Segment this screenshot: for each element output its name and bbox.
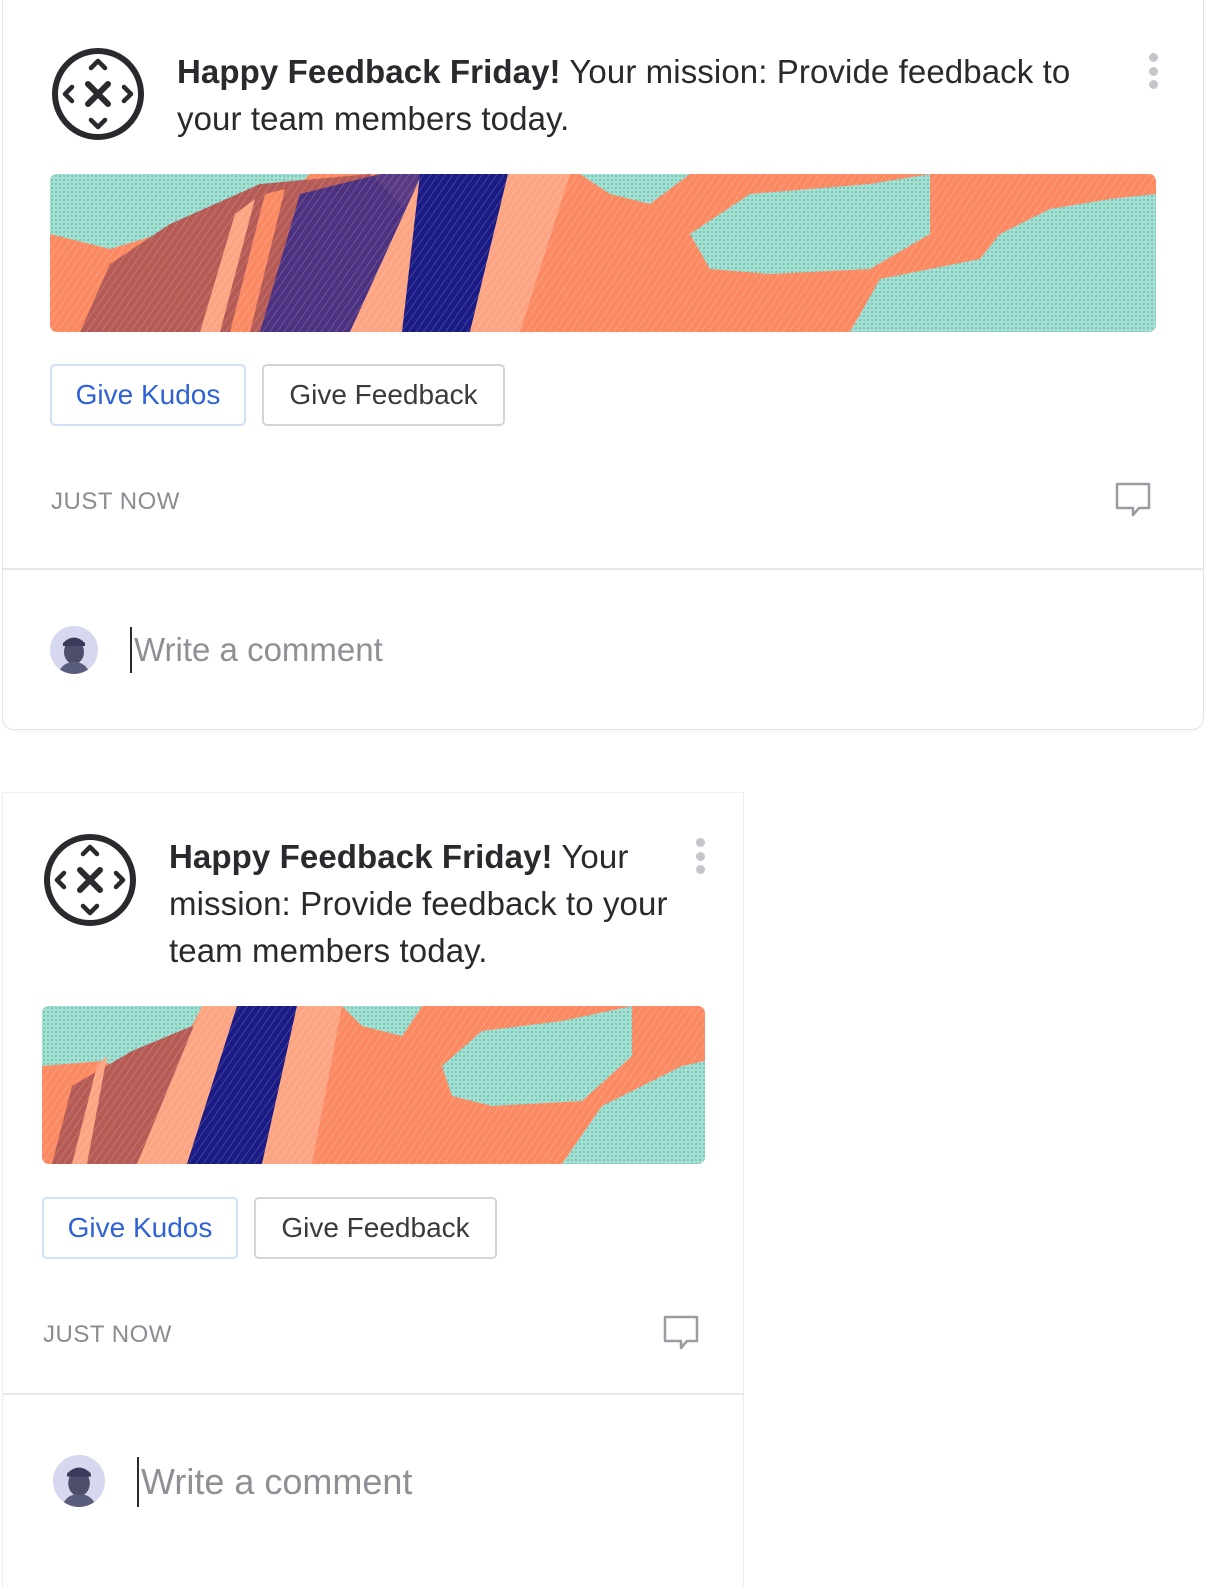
give-kudos-button[interactable]: Give Kudos [42,1197,238,1259]
comment-input[interactable] [130,627,734,673]
kebab-dot [695,865,705,874]
card-divider [3,1393,743,1395]
give-feedback-button[interactable]: Give Feedback [254,1197,497,1259]
feed-card: Happy Feedback Friday! Your mission: Pro… [2,0,1204,730]
card-divider [3,568,1203,570]
post-message: Happy Feedback Friday! Your mission: Pro… [169,833,669,974]
post-message: Happy Feedback Friday! Your mission: Pro… [177,48,1097,142]
kebab-dot [1148,53,1158,62]
more-options-icon[interactable] [1141,49,1165,93]
comment-input[interactable] [137,1457,701,1507]
post-message-headline: Happy Feedback Friday! [177,53,561,90]
post-timestamp: JUST NOW [43,1321,172,1348]
user-avatar [50,626,98,674]
compass-logo-icon [50,46,146,142]
feedback-banner-image [50,174,1156,332]
compass-logo-icon [42,832,138,928]
kebab-dot [1148,66,1158,76]
kebab-dot [695,838,705,847]
user-avatar [53,1455,105,1507]
post-message-headline: Happy Feedback Friday! [169,838,553,875]
more-options-icon[interactable] [688,834,712,878]
give-kudos-button[interactable]: Give Kudos [50,364,246,426]
comment-bubble-icon[interactable] [661,1313,701,1353]
post-timestamp: JUST NOW [51,488,180,515]
feedback-banner-image [42,1006,705,1164]
comment-bubble-icon[interactable] [1113,480,1153,520]
kebab-dot [1148,80,1158,89]
feed-card: Happy Feedback Friday! Your mission: Pro… [2,792,744,1587]
kebab-dot [695,851,705,861]
give-feedback-button[interactable]: Give Feedback [262,364,505,426]
